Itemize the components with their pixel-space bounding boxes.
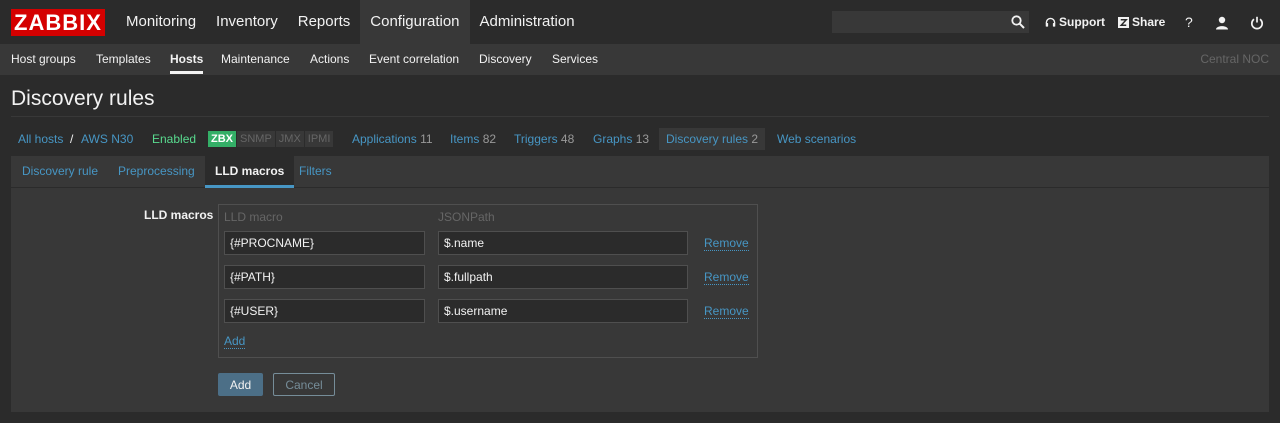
menu-configuration[interactable]: Configuration xyxy=(360,0,470,44)
cancel-button[interactable]: Cancel xyxy=(273,373,335,396)
breadcrumb-items[interactable]: Items 82 xyxy=(450,128,496,150)
macro-input[interactable] xyxy=(224,265,425,289)
breadcrumb-host[interactable]: AWS N30 xyxy=(81,128,133,150)
applications-count: 11 xyxy=(420,132,433,146)
breadcrumb-applications[interactable]: Applications 11 xyxy=(352,128,433,150)
jsonpath-input[interactable] xyxy=(438,299,688,323)
page-title: Discovery rules xyxy=(11,87,155,110)
submenu-services[interactable]: Services xyxy=(552,44,598,75)
availability-badges: ZBX SNMP JMX IPMI xyxy=(208,131,334,147)
sign-out-icon[interactable] xyxy=(1250,0,1267,44)
submenu-discovery[interactable]: Discovery xyxy=(479,44,532,75)
top-navigation: ZABBIX Monitoring Inventory Reports Conf… xyxy=(0,0,1280,44)
graphs-label: Graphs xyxy=(593,132,633,146)
form-tabs: Discovery rule Preprocessing LLD macros … xyxy=(11,156,1269,188)
help-icon[interactable]: ? xyxy=(1185,0,1193,44)
submenu-host-groups[interactable]: Host groups xyxy=(11,44,76,75)
tab-filters[interactable]: Filters xyxy=(299,156,332,187)
macro-input[interactable] xyxy=(224,231,425,255)
share-icon xyxy=(1118,17,1129,29)
submenu-actions[interactable]: Actions xyxy=(310,44,349,75)
discovery-rules-count: 2 xyxy=(751,132,759,146)
jsonpath-input[interactable] xyxy=(438,231,688,255)
menu-inventory[interactable]: Inventory xyxy=(206,0,288,44)
share-label: Share xyxy=(1132,15,1166,29)
jmx-badge: JMX xyxy=(275,131,304,147)
tab-discovery-rule[interactable]: Discovery rule xyxy=(22,156,98,187)
search-input[interactable] xyxy=(832,11,1029,33)
host-status[interactable]: Enabled xyxy=(152,128,196,150)
submenu-hosts[interactable]: Hosts xyxy=(170,44,204,75)
breadcrumb-discovery-rules[interactable]: Discovery rules 2 xyxy=(659,128,766,150)
zabbix-logo[interactable]: ZABBIX xyxy=(11,9,105,36)
ipmi-badge: IPMI xyxy=(304,131,334,147)
zbx-badge: ZBX xyxy=(208,131,236,147)
triggers-label: Triggers xyxy=(514,132,558,146)
search-icon[interactable] xyxy=(1011,15,1025,29)
add-button[interactable]: Add xyxy=(218,373,263,396)
add-macro-link[interactable]: Add xyxy=(224,334,246,349)
submenu-templates[interactable]: Templates xyxy=(96,44,151,75)
sub-navigation: Host groups Templates Hosts Maintenance … xyxy=(0,44,1280,75)
snmp-badge: SNMP xyxy=(237,131,275,147)
lld-macros-label: LLD macros xyxy=(144,208,214,222)
column-header-jsonpath: JSONPath xyxy=(438,210,495,224)
support-link[interactable]: Support xyxy=(1045,0,1105,44)
breadcrumb-separator: / xyxy=(70,132,74,146)
discovery-rule-form: Discovery rule Preprocessing LLD macros … xyxy=(11,156,1269,412)
breadcrumb-graphs[interactable]: Graphs 13 xyxy=(593,128,649,150)
menu-reports[interactable]: Reports xyxy=(288,0,361,44)
headset-icon xyxy=(1045,18,1056,27)
server-name: Central NOC xyxy=(1200,52,1269,66)
tab-lld-macros[interactable]: LLD macros xyxy=(205,156,295,188)
menu-administration[interactable]: Administration xyxy=(470,0,585,44)
remove-link[interactable]: Remove xyxy=(704,236,749,251)
breadcrumb-all-hosts[interactable]: All hosts xyxy=(18,128,63,150)
items-count: 82 xyxy=(482,132,497,146)
title-divider xyxy=(11,116,1269,117)
graphs-count: 13 xyxy=(635,132,650,146)
breadcrumb-triggers[interactable]: Triggers 48 xyxy=(514,128,574,150)
profile-icon[interactable] xyxy=(1215,0,1232,44)
breadcrumb-web-scenarios[interactable]: Web scenarios xyxy=(777,128,856,150)
submenu-event-correlation[interactable]: Event correlation xyxy=(369,44,459,75)
tab-preprocessing[interactable]: Preprocessing xyxy=(118,156,195,187)
applications-label: Applications xyxy=(352,132,417,146)
column-header-macro: LLD macro xyxy=(224,210,283,224)
main-menu: Monitoring Inventory Reports Configurati… xyxy=(116,0,585,44)
menu-monitoring[interactable]: Monitoring xyxy=(116,0,206,44)
items-label: Items xyxy=(450,132,480,146)
lld-macros-table: LLD macro JSONPath Remove Remove Remove … xyxy=(218,204,758,358)
jsonpath-input[interactable] xyxy=(438,265,688,289)
submenu-maintenance[interactable]: Maintenance xyxy=(221,44,290,75)
macro-input[interactable] xyxy=(224,299,425,323)
remove-link[interactable]: Remove xyxy=(704,304,749,319)
discovery-rules-label: Discovery rules xyxy=(666,132,749,146)
share-link[interactable]: Share xyxy=(1118,0,1165,44)
support-label: Support xyxy=(1059,15,1105,29)
remove-link[interactable]: Remove xyxy=(704,270,749,285)
triggers-count: 48 xyxy=(560,132,575,146)
